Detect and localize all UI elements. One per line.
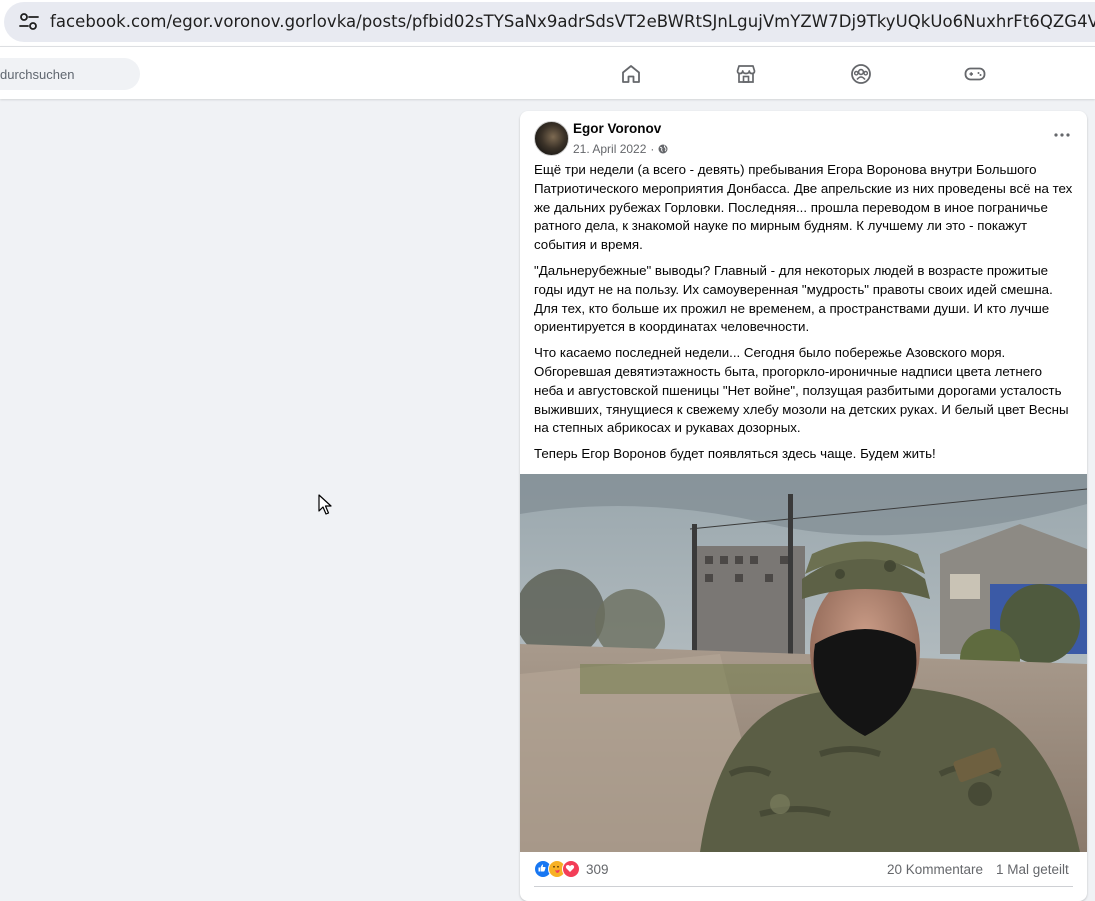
home-icon[interactable] bbox=[619, 62, 643, 86]
shares-count-link[interactable]: 1 Mal geteilt bbox=[996, 862, 1069, 877]
post-author[interactable]: Egor Voronov bbox=[573, 121, 661, 136]
marketplace-icon[interactable] bbox=[734, 62, 758, 86]
comments-count-link[interactable]: 20 Kommentare bbox=[887, 862, 983, 877]
post-date[interactable]: 21. April 2022 bbox=[573, 142, 646, 156]
tune-icon[interactable] bbox=[18, 12, 40, 32]
groups-icon[interactable] bbox=[849, 62, 873, 86]
reaction-count[interactable]: 309 bbox=[586, 862, 609, 877]
facebook-top-nav bbox=[0, 46, 1095, 99]
post-photo[interactable] bbox=[520, 474, 1087, 852]
post-paragraph: Что касаемо последней недели... Сегодня … bbox=[534, 345, 1069, 436]
avatar[interactable] bbox=[534, 121, 569, 156]
mouse-cursor-icon bbox=[318, 494, 332, 515]
gaming-icon[interactable] bbox=[963, 62, 987, 86]
url-field[interactable]: facebook.com/egor.voronov.gorlovka/posts… bbox=[4, 2, 1095, 42]
post-meta: 21. April 2022 · bbox=[573, 142, 668, 156]
browser-address-bar: facebook.com/egor.voronov.gorlovka/posts… bbox=[0, 0, 1095, 46]
post-paragraph: Ещё три недели (а всего - девять) пребыв… bbox=[534, 162, 1073, 253]
post-stats: 309 20 Kommentare 1 Mal geteilt bbox=[520, 853, 1087, 883]
post-card: Egor Voronov 21. April 2022 · Ещё три не… bbox=[520, 111, 1087, 901]
url-text[interactable]: facebook.com/egor.voronov.gorlovka/posts… bbox=[50, 12, 1095, 31]
post-body: Ещё три недели (а всего - девять) пребыв… bbox=[534, 161, 1074, 471]
photo-scene bbox=[520, 474, 1087, 852]
post-paragraph: "Дальнерубежные" выводы? Главный - для н… bbox=[534, 262, 1053, 335]
more-dots-icon bbox=[1054, 133, 1070, 137]
love-icon bbox=[562, 860, 580, 878]
post-paragraph: Теперь Егор Воронов будет появляться зде… bbox=[534, 446, 936, 462]
stats-divider bbox=[534, 886, 1073, 887]
search-input[interactable] bbox=[0, 58, 130, 90]
search-box[interactable] bbox=[0, 58, 140, 90]
globe-icon bbox=[658, 144, 668, 154]
more-options-button[interactable] bbox=[1049, 125, 1075, 145]
reactions-summary[interactable]: 309 bbox=[534, 860, 609, 878]
